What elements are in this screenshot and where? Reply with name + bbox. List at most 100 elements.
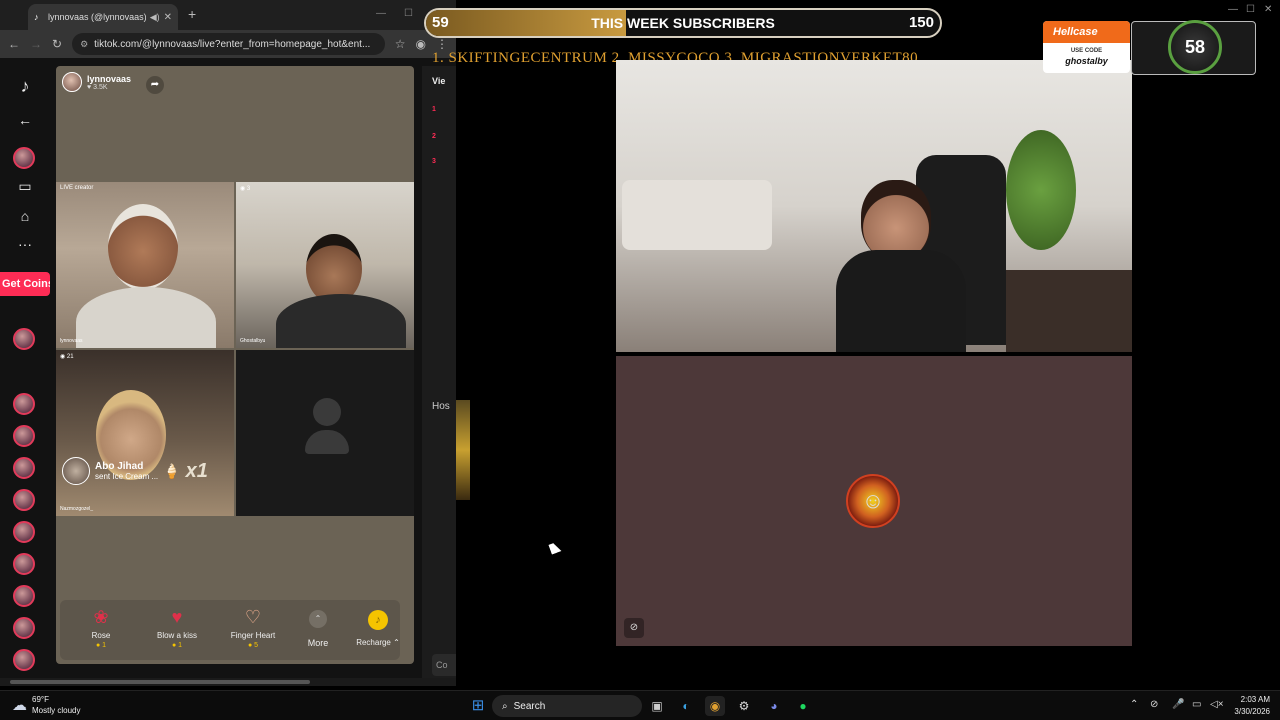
followed-live-avatar[interactable] [13,393,35,415]
gift-text: sent Ice Cream ... [95,472,159,481]
tray-app-icon[interactable]: ⊘ [1150,699,1158,710]
scrollbar-thumb[interactable] [10,680,310,684]
back-arrow-icon[interactable]: ← [15,110,35,130]
coin-icon: ♪ [368,610,388,630]
viewers-tab[interactable]: Vie [432,76,445,86]
horizontal-scrollbar[interactable] [0,678,456,686]
video-icon[interactable]: ▭ [15,176,35,196]
gift-rose[interactable]: ❀ Rose ● 1 [66,606,136,649]
tiktok-logo-icon[interactable]: ♪ [15,76,35,96]
empty-guest-slot[interactable] [236,350,414,516]
followed-live-avatar[interactable] [13,617,35,639]
gift-finger-heart[interactable]: ♡ Finger Heart ● 5 [218,606,288,649]
profile-icon[interactable]: ◉ [416,37,426,51]
new-tab-icon[interactable]: + [188,6,196,22]
live-creator-tag: LIVE creator [60,185,94,191]
avatar[interactable] [13,147,35,169]
task-view-icon[interactable]: ▣ [647,696,667,716]
followed-live-avatar[interactable] [13,328,35,350]
subscriber-goal-bar: 59 THIS WEEK SUBSCRIBERS 150 [424,8,942,38]
minimize-icon[interactable]: — [376,8,386,19]
followed-live-avatar[interactable] [13,457,35,479]
live-stage: lynnovaas ♥ 3.5K ➦ LIVE creator lynnovaa… [56,66,414,664]
bookmark-star-icon[interactable]: ☆ [395,37,406,51]
network-icon[interactable]: ▭ [1192,699,1201,710]
followed-live-avatar[interactable] [13,425,35,447]
followed-live-avatar[interactable] [13,585,35,607]
background-art [456,400,470,500]
followed-live-avatar[interactable] [13,521,35,543]
host-avatar[interactable] [62,72,82,92]
browser-tab[interactable]: ♪ lynnovaas (@lynnovaas) is LIVE ◀) ✕ [28,4,178,30]
discord-icon[interactable]: ◕ [764,696,784,716]
volume-icon[interactable]: ◁× [1210,699,1224,710]
streamer-webcam [616,60,1132,352]
url-text: tiktok.com/@lynnovaas/live?enter_from=ho… [94,38,371,50]
address-bar[interactable]: ⚙ tiktok.com/@lynnovaas/live?enter_from=… [72,33,385,55]
more-dots-icon[interactable]: ··· [15,234,35,254]
lips-icon: ♥ [171,607,183,627]
creator-body [76,287,216,348]
desk [1006,270,1132,352]
recharge-button[interactable]: ♪ Recharge ⌃ [356,606,400,647]
person-placeholder-icon [305,398,349,458]
host-info[interactable]: lynnovaas ♥ 3.5K [62,72,131,92]
level-badge: 58 [1168,20,1222,74]
window-close-icon[interactable]: ✕ [1264,4,1272,15]
audio-icon[interactable]: ◀) [150,12,160,23]
gifter-avatar [62,457,90,485]
followed-live-avatar[interactable] [13,649,35,671]
guest-rank-count: 21 [66,354,74,360]
home-icon[interactable]: ⌂ [15,206,35,226]
taskbar-search[interactable]: ⌕ Search [492,695,642,717]
viewers-panel: Vie 1 2 3 Hos Co [422,66,462,678]
app-icon[interactable]: ⚙ [734,696,754,716]
gift-blow-a-kiss[interactable]: ♥ Blow a kiss ● 1 [142,606,212,649]
share-icon[interactable]: ➦ [146,76,164,94]
guest-cam-2[interactable]: ◉ 3 Ghostalbyu [236,182,414,348]
browser-tab-bar: ♪ lynnovaas (@lynnovaas) is LIVE ◀) ✕ + … [0,0,456,30]
followed-live-avatar[interactable] [13,553,35,575]
spotify-icon[interactable]: ● [793,696,813,716]
sofa [622,180,772,250]
edge-icon[interactable]: ◐ [676,696,696,716]
get-coins-button[interactable]: Get Coins [0,272,50,296]
search-label: Search [513,700,546,712]
gifter-name: Abo Jihad [95,461,144,472]
guest-cam-creator[interactable]: LIVE creator lynnovaas [56,182,234,348]
gift-bar: ❀ Rose ● 1 ♥ Blow a kiss ● 1 ♡ Finger He… [60,600,400,660]
windows-start-icon[interactable]: ⊞ [468,696,488,716]
tab-close-icon[interactable]: ✕ [164,12,172,23]
gift-label: Rose [91,631,111,640]
sponsor-brand: Hellcase [1043,21,1130,43]
microphone-icon[interactable]: 🎤 [1172,699,1184,710]
window-minimize-icon[interactable]: — [1228,4,1238,15]
host-name: lynnovaas [87,73,132,84]
reload-icon[interactable]: ↻ [52,37,62,51]
weather-widget[interactable]: ☁ 69°F Mostly cloudy [12,694,80,716]
guest-rank-count: 3 [246,186,251,192]
tray-chevron-icon[interactable]: ⌃ [1130,699,1138,710]
guest-cam-3[interactable]: ◉ 21 Nazmozgozel_ [56,350,234,516]
tiktok-favicon-icon: ♪ [34,12,39,22]
screen: ♪ lynnovaas (@lynnovaas) is LIVE ◀) ✕ + … [0,0,1280,720]
system-clock[interactable]: 2:03 AM 3/30/2026 [1226,694,1270,718]
maximize-icon[interactable]: ☐ [404,8,413,19]
sponsor-banner: Hellcase USE CODE ghostalby [1043,21,1130,73]
followed-live-avatar[interactable] [13,489,35,511]
window-maximize-icon[interactable]: ☐ [1246,4,1255,15]
cloud-icon: ☁ [12,697,27,714]
sponsor-code: ghostalby [1065,56,1108,66]
menu-dots-icon[interactable]: ⋮ [436,37,448,51]
gift-price: ● 1 [171,642,183,649]
subscriber-goal-title: THIS WEEK SUBSCRIBERS [591,15,775,31]
site-info-icon[interactable]: ⚙ [80,39,88,50]
guest-name: lynnovaas [60,338,83,344]
more-gifts-button[interactable]: ⌃ More [300,606,336,648]
forward-icon[interactable]: → [30,37,42,51]
back-icon[interactable]: ← [8,37,20,51]
guest-name: Nazmozgozel_ [60,506,94,512]
guest-body [276,294,406,348]
clock-date: 3/30/2026 [1234,707,1270,716]
chrome-icon[interactable]: ◉ [705,696,725,716]
